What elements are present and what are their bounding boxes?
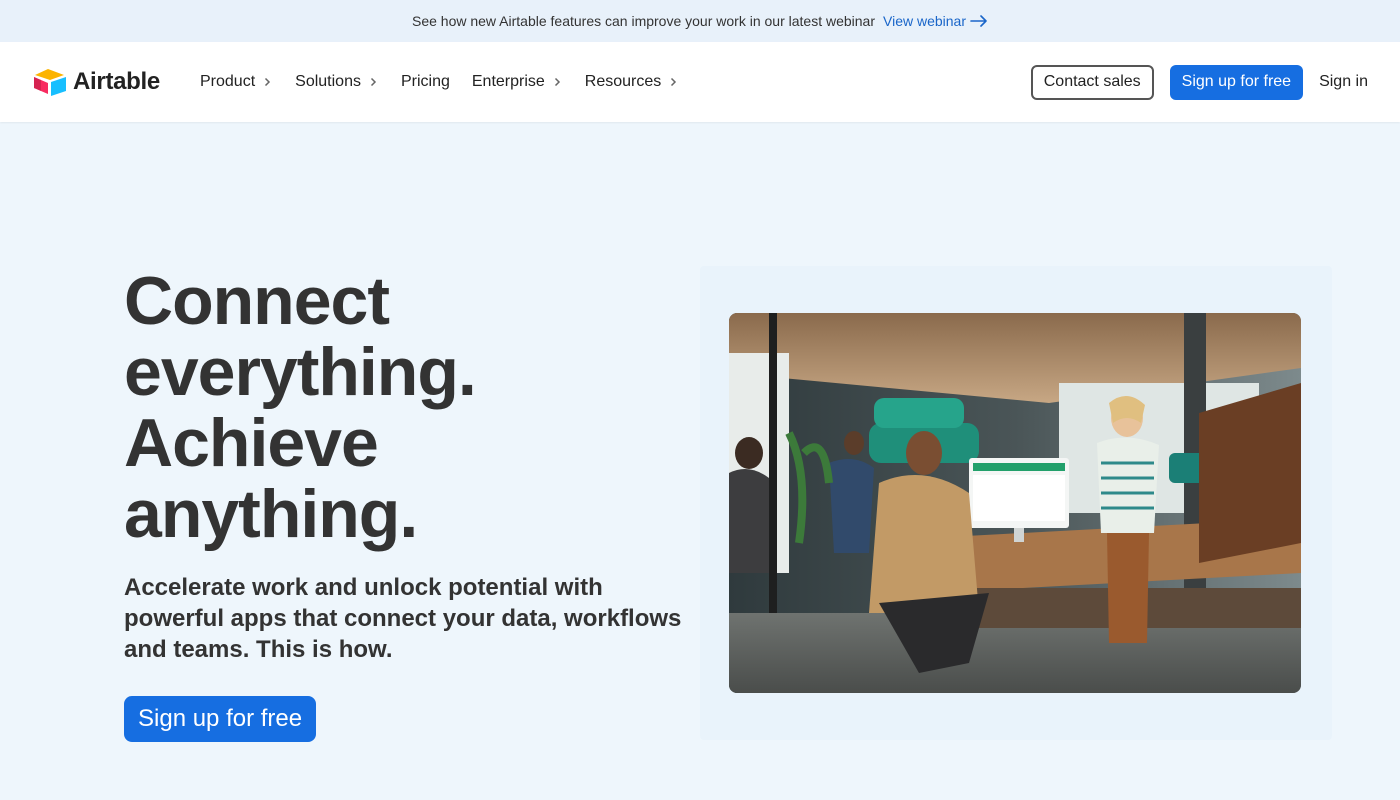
nav-actions: Contact sales Sign up for free Sign in (1030, 64, 1368, 100)
chevron-right-icon (667, 76, 679, 88)
view-webinar-link[interactable]: View webinar (883, 13, 988, 29)
airtable-logo[interactable]: Airtable (33, 67, 160, 97)
banner-text: See how new Airtable features can improv… (411, 13, 875, 29)
hero-title-line: Connect (124, 263, 390, 339)
chevron-right-icon (551, 76, 563, 88)
menu-item-label: Enterprise (471, 73, 545, 90)
sign-up-button[interactable]: Sign up for free (1169, 64, 1304, 100)
hero-subtitle: Accelerate work and unlock potential wit… (124, 574, 682, 663)
menu-item-enterprise[interactable]: Enterprise (472, 73, 563, 91)
arrow-right-icon (970, 15, 988, 27)
hero-title: Connect everything. Achieve anything. (124, 266, 684, 550)
main-navigation: Airtable Product Solutions Pricing Enter… (0, 42, 1400, 122)
menu-item-label: Resources (584, 73, 662, 90)
menu-item-resources[interactable]: Resources (585, 73, 679, 91)
menu-item-label: Solutions (295, 73, 361, 90)
menu-item-product[interactable]: Product (200, 73, 273, 91)
menu-item-label: Pricing (400, 73, 450, 90)
menu-item-label: Product (200, 73, 256, 90)
hero-sign-up-button[interactable]: Sign up for free (124, 696, 317, 742)
menu-item-solutions[interactable]: Solutions (295, 73, 379, 91)
hero-title-line: anything. (124, 476, 418, 552)
primary-menu: Product Solutions Pricing Enterprise Res… (200, 42, 701, 122)
airtable-logo-icon (33, 67, 67, 97)
hero-title-line: Achieve (124, 405, 379, 481)
view-webinar-label: View webinar (883, 13, 967, 29)
menu-item-pricing[interactable]: Pricing (401, 73, 450, 91)
chevron-right-icon (261, 76, 273, 88)
logo-text: Airtable (73, 68, 160, 95)
chevron-right-icon (367, 76, 379, 88)
contact-sales-button[interactable]: Contact sales (1030, 64, 1154, 100)
announcement-banner: See how new Airtable features can improv… (0, 0, 1400, 42)
hero-title-line: everything. (124, 334, 477, 410)
hero-photo (729, 313, 1301, 693)
sign-in-link[interactable]: Sign in (1319, 73, 1368, 91)
